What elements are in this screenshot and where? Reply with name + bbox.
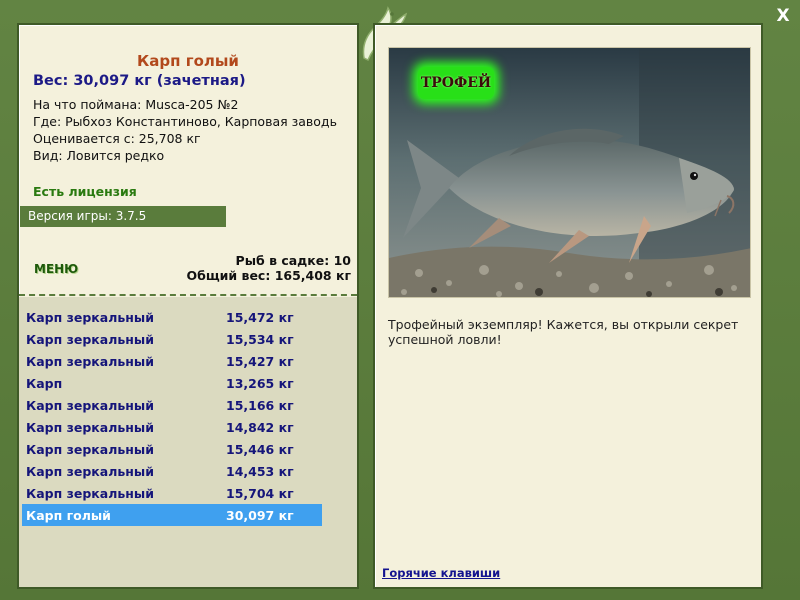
catch-list-item[interactable]: Карп зеркальный 15,472 кг — [22, 306, 322, 328]
catch-weight: 14,453 кг — [226, 464, 294, 479]
license-status: Есть лицензия — [33, 184, 137, 199]
catch-list-item[interactable]: Карп зеркальный 15,427 кг — [22, 350, 322, 372]
catch-name: Карп зеркальный — [26, 442, 154, 457]
keepnet-count: Рыб в садке: 10 — [235, 253, 351, 268]
catch-weight: 15,446 кг — [226, 442, 294, 457]
catch-list: Карп зеркальный 15,472 кг Карп зеркальный… — [19, 297, 357, 587]
fish-estimated-weight: Оценивается с: 25,708 кг — [33, 131, 201, 146]
catch-weight: 13,265 кг — [226, 376, 294, 391]
catch-info-panel: Карп голый Вес: 30,097 кг (зачетная) На … — [17, 23, 359, 589]
catch-weight: 15,427 кг — [226, 354, 294, 369]
close-button[interactable]: X — [773, 6, 793, 26]
catch-weight: 15,704 кг — [226, 486, 294, 501]
hotkeys-link[interactable]: Горячие клавиши — [382, 566, 500, 580]
catch-name: Карп зеркальный — [26, 420, 154, 435]
catch-weight: 30,097 кг — [226, 508, 294, 523]
fish-bait: На что поймана: Musca-205 №2 — [33, 97, 239, 112]
fish-name: Карп голый — [137, 52, 239, 70]
catch-list-item[interactable]: Карп 13,265 кг — [22, 372, 322, 394]
catch-name: Карп зеркальный — [26, 464, 154, 479]
catch-list-item[interactable]: Карп зеркальный 15,704 кг — [22, 482, 322, 504]
fish-weight: Вес: 30,097 кг (зачетная) — [33, 73, 246, 89]
catch-list-item[interactable]: Карп зеркальный 15,534 кг — [22, 328, 322, 350]
trophy-message: Трофейный экземпляр! Кажется, вы открыли… — [388, 317, 739, 347]
catch-name: Карп зеркальный — [26, 310, 154, 325]
fish-photo: ТРОФЕЙ — [388, 47, 751, 298]
catch-list-item[interactable]: Карп зеркальный 15,166 кг — [22, 394, 322, 416]
catch-list-item[interactable]: Карп зеркальный 14,842 кг — [22, 416, 322, 438]
catch-name: Карп зеркальный — [26, 354, 154, 369]
divider — [19, 294, 357, 296]
keepnet-total-weight: Общий вес: 165,408 кг — [186, 268, 352, 283]
catch-weight: 14,842 кг — [226, 420, 294, 435]
catch-list-item[interactable]: Карп голый 30,097 кг — [22, 504, 322, 526]
game-window: X Карп голый Вес: 30,097 кг (зачетная) Н… — [0, 0, 800, 600]
catch-list-item[interactable]: Карп зеркальный 14,453 кг — [22, 460, 322, 482]
catch-weight: 15,472 кг — [226, 310, 294, 325]
trophy-badge: ТРОФЕЙ — [418, 67, 494, 99]
catch-name: Карп голый — [26, 508, 111, 523]
fish-place: Где: Рыбхоз Константиново, Карповая заво… — [33, 114, 337, 129]
catch-name: Карп — [26, 376, 63, 391]
menu-button[interactable]: МЕНЮ — [34, 262, 78, 276]
fish-kind: Вид: Ловится редко — [33, 148, 165, 163]
fish-photo-panel: ТРОФЕЙ Трофейный экземпляр! Кажется, вы … — [373, 23, 763, 589]
catch-name: Карп зеркальный — [26, 332, 154, 347]
catch-weight: 15,534 кг — [226, 332, 294, 347]
catch-weight: 15,166 кг — [226, 398, 294, 413]
catch-name: Карп зеркальный — [26, 486, 154, 501]
catch-name: Карп зеркальный — [26, 398, 154, 413]
game-version: Версия игры: 3.7.5 — [20, 206, 226, 227]
catch-list-item[interactable]: Карп зеркальный 15,446 кг — [22, 438, 322, 460]
